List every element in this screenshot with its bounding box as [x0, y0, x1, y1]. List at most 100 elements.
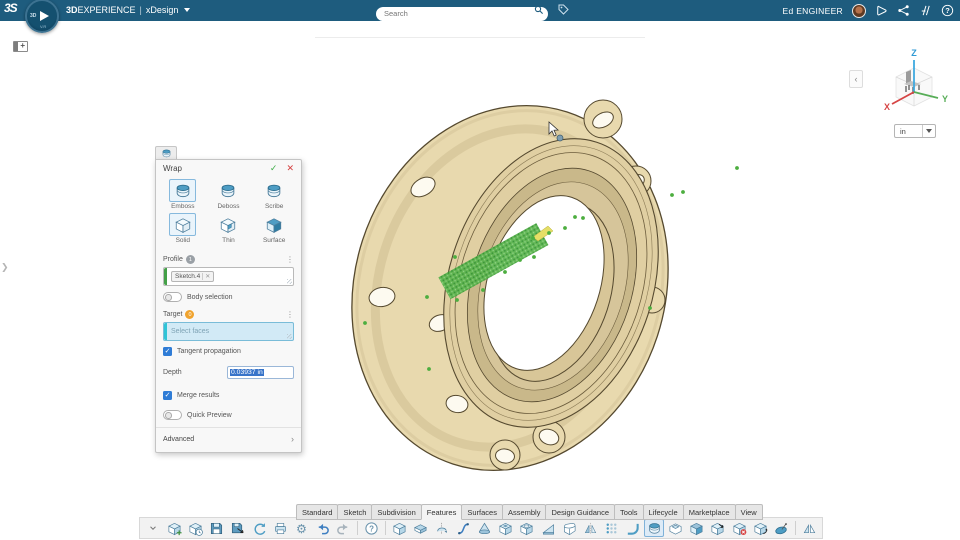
- move-face-icon[interactable]: [751, 519, 771, 537]
- 3dexperience-compass[interactable]: 3D V.R: [25, 0, 59, 33]
- services-icon[interactable]: [919, 4, 932, 17]
- wrap-option-surface[interactable]: Surface: [251, 213, 297, 244]
- redo-icon[interactable]: [334, 519, 354, 537]
- emboss-preview-point: [518, 258, 522, 262]
- bend-icon[interactable]: [623, 519, 643, 537]
- fillet-icon[interactable]: [559, 519, 579, 537]
- share-icon[interactable]: [897, 4, 910, 17]
- dome-icon[interactable]: [772, 519, 792, 537]
- pad-icon[interactable]: [390, 519, 410, 537]
- profile-count-badge: 1: [186, 255, 195, 264]
- wrap-option-scribe[interactable]: Scribe: [251, 179, 297, 210]
- sync-icon[interactable]: [249, 519, 269, 537]
- quick-preview-toggle[interactable]: [163, 410, 182, 420]
- delete-face-icon[interactable]: [729, 519, 749, 537]
- profile-menu-icon[interactable]: [286, 255, 294, 264]
- user-name[interactable]: Ed ENGINEER: [783, 6, 843, 16]
- left-panel-flyout-icon[interactable]: ❯: [1, 262, 9, 273]
- target-menu-icon[interactable]: [286, 310, 294, 319]
- print-icon[interactable]: [270, 519, 290, 537]
- target-selection-input[interactable]: Select faces: [163, 322, 294, 341]
- tag-icon[interactable]: [557, 3, 570, 16]
- pattern-icon[interactable]: [602, 519, 622, 537]
- view-triad[interactable]: Z X Y: [876, 46, 952, 124]
- tab-assembly[interactable]: Assembly: [502, 504, 547, 520]
- sweep-icon[interactable]: [453, 519, 473, 537]
- units-dropdown[interactable]: in: [894, 124, 936, 138]
- hole-icon[interactable]: [517, 519, 537, 537]
- axis-x-label: X: [884, 102, 890, 112]
- axis-y-label: Y: [942, 94, 948, 104]
- tab-view[interactable]: View: [735, 504, 763, 520]
- emboss-preview-point: [735, 166, 739, 170]
- replace-face-icon[interactable]: [708, 519, 728, 537]
- settings-icon[interactable]: ⚙: [292, 519, 312, 537]
- tab-surfaces[interactable]: Surfaces: [461, 504, 503, 520]
- action-bar-divider: [315, 37, 645, 38]
- undo-icon[interactable]: [313, 519, 333, 537]
- app-switcher[interactable]: 3DEXPERIENCE | xDesign: [66, 5, 190, 15]
- 3d-viewport-model[interactable]: [0, 0, 960, 540]
- model-ring-part: [305, 64, 714, 512]
- collapse-toolbar-icon[interactable]: [143, 519, 163, 537]
- tangent-propagation-checkbox[interactable]: [163, 347, 172, 356]
- advanced-expander[interactable]: Advanced: [156, 427, 301, 450]
- app-name: xDesign: [146, 5, 179, 15]
- search-icon[interactable]: [534, 5, 544, 15]
- wrap-icon[interactable]: [644, 519, 664, 537]
- tab-standard[interactable]: Standard: [296, 504, 338, 520]
- emboss-preview-point: [547, 231, 551, 235]
- expand-tree-icon[interactable]: +: [13, 41, 28, 52]
- save-icon[interactable]: [207, 519, 227, 537]
- save-as-icon[interactable]: [228, 519, 248, 537]
- notifications-icon[interactable]: [875, 4, 888, 17]
- tab-tools[interactable]: Tools: [614, 504, 644, 520]
- chevron-down-icon: [184, 8, 190, 12]
- loft-icon[interactable]: [474, 519, 494, 537]
- help-icon[interactable]: ?: [362, 519, 382, 537]
- mirror-icon[interactable]: [581, 519, 601, 537]
- pocket-icon[interactable]: [496, 519, 516, 537]
- revolve-icon[interactable]: [432, 519, 452, 537]
- profile-selection-input[interactable]: Sketch.4 ✕: [163, 267, 294, 286]
- body-selection-toggle[interactable]: [163, 292, 182, 302]
- wrap-option-solid[interactable]: Solid: [160, 213, 206, 244]
- confirm-button[interactable]: ✓: [270, 163, 278, 174]
- ribbon-tabs: StandardSketchSubdivisionFeaturesSurface…: [297, 504, 763, 520]
- wrap-option-thin[interactable]: Thin: [206, 213, 252, 244]
- collapse-panel-button[interactable]: [849, 70, 863, 88]
- chevron-right-icon: [291, 434, 294, 444]
- boss-icon[interactable]: [411, 519, 431, 537]
- profile-chip[interactable]: Sketch.4 ✕: [171, 271, 214, 282]
- user-avatar[interactable]: [852, 4, 866, 18]
- depth-input[interactable]: 0.03937 in: [227, 366, 294, 379]
- tab-sketch[interactable]: Sketch: [337, 504, 372, 520]
- dropdown-caret-icon: [922, 125, 935, 137]
- tab-lifecycle[interactable]: Lifecycle: [643, 504, 684, 520]
- wrap-dialog-tab[interactable]: [155, 146, 177, 159]
- emboss-preview-point: [670, 193, 674, 197]
- merge-results-checkbox[interactable]: [163, 391, 172, 400]
- tab-design-guidance[interactable]: Design Guidance: [545, 504, 615, 520]
- chip-remove-icon[interactable]: ✕: [202, 273, 210, 280]
- emboss-preview-point: [453, 255, 457, 259]
- wrap-option-emboss[interactable]: Emboss: [160, 179, 206, 210]
- thicken-icon[interactable]: [687, 519, 707, 537]
- wrap-option-deboss[interactable]: Deboss: [206, 179, 252, 210]
- search-input[interactable]: [376, 7, 548, 21]
- profile-section-header: Profile 1: [156, 251, 301, 267]
- dassault-logo: 3S: [4, 1, 17, 15]
- new-part-icon[interactable]: [164, 519, 184, 537]
- help-icon[interactable]: ?: [941, 4, 954, 17]
- depth-row: Depth 0.03937 in: [156, 360, 301, 385]
- tab-subdivision[interactable]: Subdivision: [371, 504, 421, 520]
- split-icon[interactable]: [799, 519, 819, 537]
- shell-icon[interactable]: [666, 519, 686, 537]
- close-button[interactable]: ✕: [286, 163, 294, 174]
- option-label: Solid: [160, 237, 206, 244]
- design-history-icon[interactable]: [185, 519, 205, 537]
- tab-marketplace[interactable]: Marketplace: [683, 504, 736, 520]
- chamfer-icon[interactable]: [538, 519, 558, 537]
- tab-features[interactable]: Features: [421, 504, 463, 520]
- emboss-preview-point: [681, 190, 685, 194]
